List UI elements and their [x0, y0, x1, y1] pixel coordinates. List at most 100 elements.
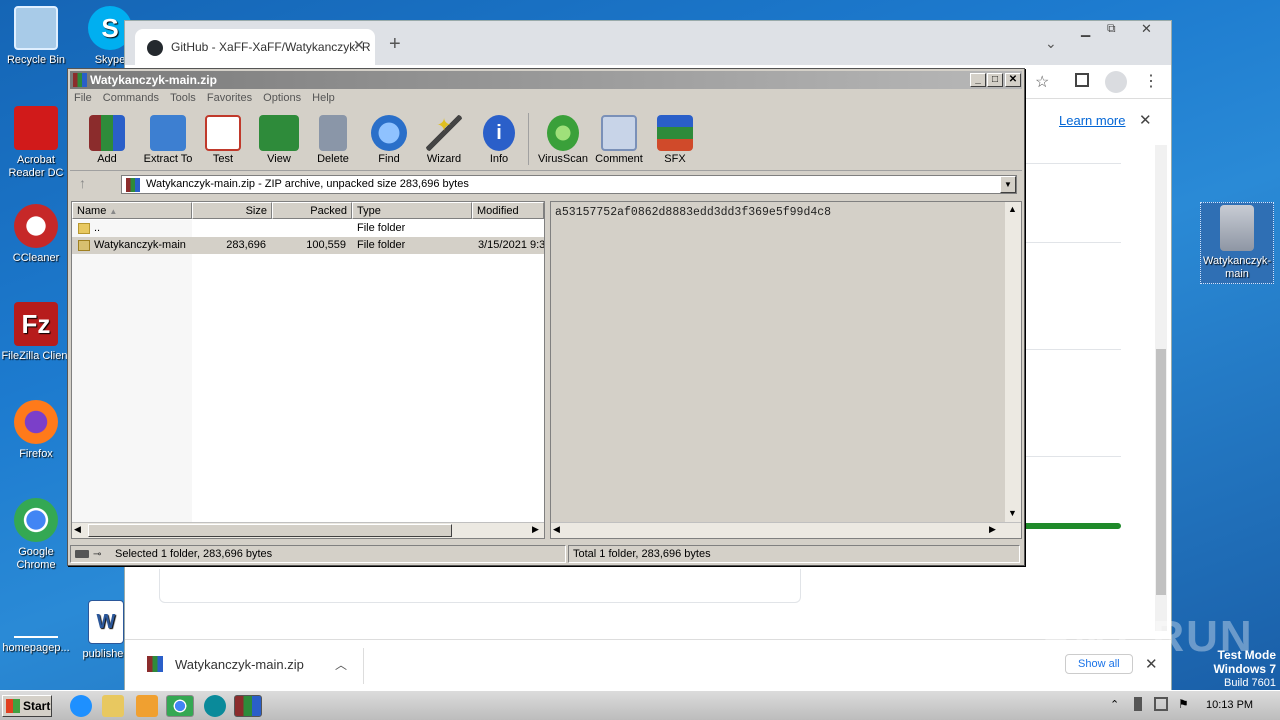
address-bar: ↑ Watykanczyk-main.zip - ZIP archive, un…: [73, 173, 1019, 195]
content-card: [159, 569, 801, 603]
winrar-taskbar-icon[interactable]: [234, 695, 262, 717]
find-button[interactable]: Find: [360, 115, 418, 165]
explorer-icon[interactable]: [102, 695, 124, 717]
word-doc-icon: W: [88, 600, 124, 644]
new-tab-icon[interactable]: +: [389, 33, 401, 56]
menu-dots-icon[interactable]: ⋮: [1143, 71, 1159, 91]
up-arrow-icon[interactable]: ↑: [79, 175, 86, 191]
desktop-icon-chrome[interactable]: Google Chrome: [0, 498, 72, 572]
wizard-button[interactable]: ✦ Wizard: [415, 115, 473, 165]
close-icon[interactable]: ✕: [1141, 21, 1152, 37]
media-player-icon[interactable]: [136, 695, 158, 717]
menu-bar: File Commands Tools Favorites Options He…: [70, 90, 1022, 108]
menu-tools[interactable]: Tools: [166, 90, 200, 106]
recycle-bin-icon: [14, 6, 58, 50]
network-icon[interactable]: [1154, 697, 1168, 711]
menu-commands[interactable]: Commands: [99, 90, 163, 106]
ie-icon[interactable]: [70, 695, 92, 717]
learn-more-link[interactable]: Learn more: [1059, 113, 1125, 128]
info-button[interactable]: i Info: [470, 115, 528, 165]
sfx-button[interactable]: SFX: [646, 115, 704, 165]
chrome-taskbar-icon[interactable]: [166, 695, 194, 717]
bookmark-star-icon[interactable]: ☆: [1035, 72, 1049, 92]
scroll-left-icon[interactable]: ◀: [553, 524, 560, 535]
start-button[interactable]: Start: [2, 695, 52, 717]
minimize-button[interactable]: _: [970, 73, 986, 87]
test-checklist-icon: [205, 115, 241, 151]
scroll-right-icon[interactable]: ▶: [989, 524, 996, 535]
menu-favorites[interactable]: Favorites: [203, 90, 256, 106]
comment-button[interactable]: Comment: [590, 115, 648, 165]
table-row[interactable]: .. File folder: [72, 220, 544, 237]
extract-folder-icon: [150, 115, 186, 151]
address-field[interactable]: Watykanczyk-main.zip - ZIP archive, unpa…: [121, 175, 1017, 194]
clock[interactable]: 10:13 PM: [1206, 699, 1253, 711]
desktop-icon-ccleaner[interactable]: CCleaner: [0, 204, 72, 265]
maximize-icon[interactable]: ⧉: [1107, 21, 1116, 36]
desktop-icon-homepage[interactable]: homepagep...: [0, 600, 72, 655]
chrome-tab-strip: GitHub - XaFF-XaFF/Watykanczyk: R ✕ + ⌄ …: [125, 21, 1171, 65]
view-book-icon: [259, 115, 299, 151]
edge-icon[interactable]: [204, 695, 226, 717]
scrollbar-thumb[interactable]: [1156, 349, 1166, 595]
column-size[interactable]: Size: [192, 202, 272, 219]
scroll-right-icon[interactable]: ▶: [532, 524, 539, 535]
page-scrollbar[interactable]: [1155, 145, 1167, 631]
banner-close-icon[interactable]: ✕: [1139, 111, 1152, 129]
archive-comment: a53157752af0862d8883edd3dd3f369e5f99d4c8: [555, 206, 832, 219]
desktop-icon-recycle-bin[interactable]: Recycle Bin: [0, 6, 72, 67]
scroll-up-icon[interactable]: ▲: [1008, 204, 1017, 214]
table-row-selected[interactable]: Watykanczyk-main 283,696 100,559 File fo…: [72, 237, 544, 254]
desktop-icon-firefox[interactable]: Firefox: [0, 400, 72, 461]
folder-icon: [1220, 205, 1254, 251]
delete-button[interactable]: Delete: [304, 115, 362, 165]
scroll-left-icon[interactable]: ◀: [74, 524, 81, 535]
info-icon: i: [483, 115, 515, 151]
comment-icon: [601, 115, 637, 151]
tray-expand-icon[interactable]: ⌃: [1110, 698, 1119, 711]
flag-icon[interactable]: ⚑: [1178, 697, 1189, 711]
menu-file[interactable]: File: [70, 90, 96, 106]
column-packed[interactable]: Packed: [272, 202, 352, 219]
delete-trash-icon: [319, 115, 347, 151]
winrar-titlebar[interactable]: Watykanczyk-main.zip _ □ ✕: [70, 71, 1022, 89]
profile-avatar-icon[interactable]: [1105, 71, 1127, 93]
menu-options[interactable]: Options: [259, 90, 305, 106]
column-name[interactable]: Name ▲: [72, 202, 192, 219]
minimize-icon[interactable]: ▁: [1081, 23, 1090, 37]
sfx-icon: [657, 115, 693, 151]
horizontal-scrollbar[interactable]: ◀ ▶: [72, 522, 544, 538]
acrobat-icon: [14, 106, 58, 150]
view-button[interactable]: View: [250, 115, 308, 165]
vertical-scrollbar[interactable]: ▲ ▼: [1005, 202, 1021, 522]
status-right: Total 1 folder, 283,696 bytes: [568, 545, 1020, 563]
scrollbar-thumb[interactable]: [88, 524, 452, 537]
test-button[interactable]: Test: [194, 115, 252, 165]
battery-icon[interactable]: [1134, 697, 1142, 711]
comment-horizontal-scrollbar[interactable]: ◀ ▶: [551, 522, 1021, 538]
scroll-down-icon[interactable]: ▼: [1008, 508, 1017, 518]
side-panel-icon[interactable]: [1075, 73, 1089, 87]
maximize-button[interactable]: □: [987, 73, 1003, 87]
column-modified[interactable]: Modified: [472, 202, 544, 219]
add-button[interactable]: Add: [78, 115, 136, 165]
chrome-icon: [14, 498, 58, 542]
close-button[interactable]: ✕: [1005, 73, 1021, 87]
extract-to-button[interactable]: Extract To: [136, 115, 200, 165]
chevron-down-icon[interactable]: ⌄: [1045, 35, 1057, 52]
desktop-icon-acrobat[interactable]: Acrobat Reader DC: [0, 106, 72, 180]
desktop-icon-watykanczyk[interactable]: Watykanczyk-main: [1200, 202, 1274, 284]
status-bar: ⊸ Selected 1 folder, 283,696 bytes Total…: [70, 544, 1022, 564]
chrome-tab[interactable]: GitHub - XaFF-XaFF/Watykanczyk: R: [135, 29, 375, 65]
column-type[interactable]: Type: [352, 202, 472, 219]
filezilla-icon: Fz: [14, 302, 58, 346]
menu-help[interactable]: Help: [308, 90, 339, 106]
download-filename[interactable]: Watykanczyk-main.zip: [175, 657, 304, 672]
virusscan-button[interactable]: VirusScan: [534, 115, 592, 165]
blank-file-icon: [14, 600, 58, 638]
tab-close-icon[interactable]: ✕: [353, 37, 365, 54]
chevron-up-icon[interactable]: ︿: [335, 656, 347, 673]
windows-logo-icon: [6, 699, 20, 713]
address-dropdown-icon[interactable]: ▼: [1000, 176, 1016, 193]
desktop-icon-filezilla[interactable]: Fz FileZilla Client: [0, 302, 72, 363]
